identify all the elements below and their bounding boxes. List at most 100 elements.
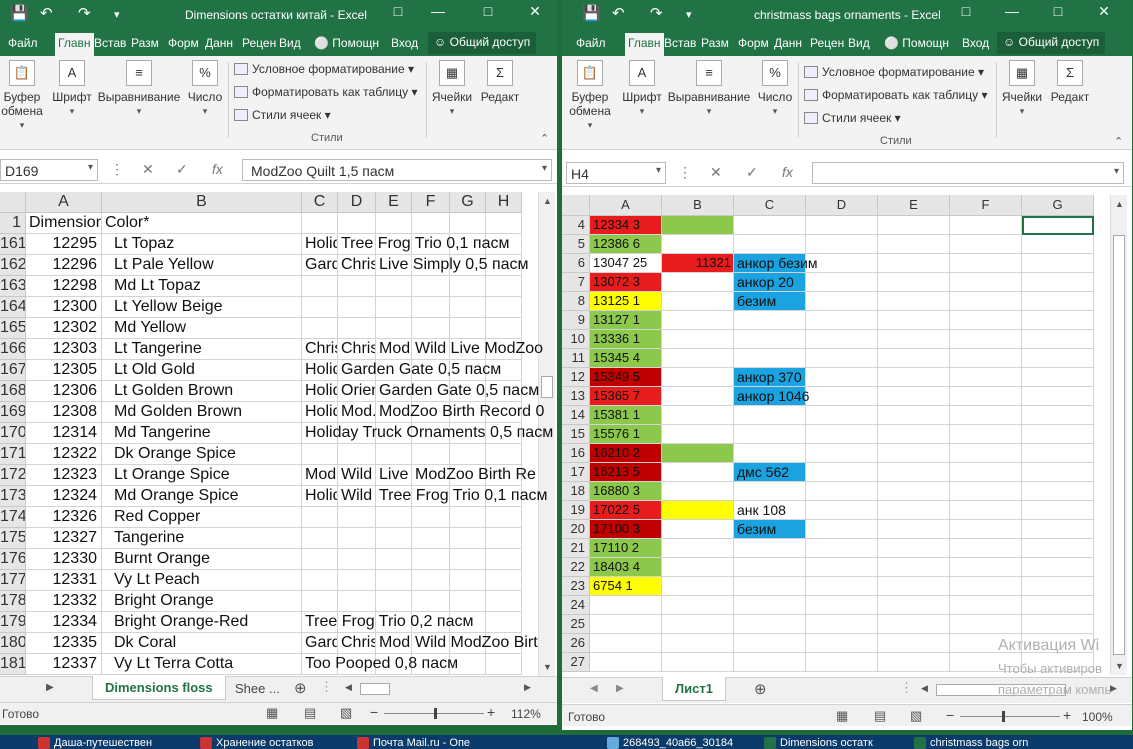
row-header[interactable]: 174 [0, 507, 26, 528]
cell[interactable] [486, 528, 522, 549]
cell[interactable] [450, 297, 486, 318]
normal-view-icon[interactable]: ▦ [836, 708, 848, 724]
cell[interactable]: 12308 [26, 402, 102, 423]
cell[interactable]: Holid [302, 360, 338, 381]
cell[interactable] [338, 570, 376, 591]
tab-insert[interactable]: Встав [94, 36, 126, 50]
cell[interactable] [950, 368, 1022, 387]
cell[interactable]: 12324 [26, 486, 102, 507]
tab-home[interactable]: Главн [625, 33, 664, 56]
close-icon[interactable]: ✕ [1084, 3, 1124, 20]
cell[interactable] [734, 577, 806, 596]
share-button[interactable]: ☺ Общий доступ [428, 32, 537, 54]
cell[interactable] [878, 615, 950, 634]
cell[interactable] [806, 463, 878, 482]
cell[interactable]: 17110 2 [590, 539, 662, 558]
cell[interactable] [412, 213, 450, 234]
page-layout-icon[interactable]: ▤ [874, 708, 886, 724]
cell[interactable] [486, 549, 522, 570]
cell[interactable] [806, 539, 878, 558]
cell[interactable] [950, 254, 1022, 273]
taskbar-item[interactable]: Даша-путешествен [36, 737, 176, 749]
cell[interactable] [338, 213, 376, 234]
cell[interactable]: анк 108 [734, 501, 806, 520]
share-button[interactable]: ☺ Общий доступ [997, 32, 1106, 54]
zoom-slider-thumb[interactable] [434, 708, 437, 719]
cell[interactable]: Lt Topaz [102, 234, 302, 255]
column-header[interactable]: D [806, 195, 878, 216]
cell[interactable]: Chris [302, 339, 338, 360]
row-header[interactable]: 167 [0, 360, 26, 381]
scroll-left-icon[interactable]: ◀ [921, 683, 928, 694]
cell[interactable] [662, 558, 734, 577]
cell[interactable]: Holid [302, 486, 338, 507]
cell[interactable]: Gard [302, 633, 338, 654]
cell[interactable] [806, 368, 878, 387]
cell[interactable]: 12330 [26, 549, 102, 570]
cell[interactable] [662, 273, 734, 292]
cell[interactable] [376, 591, 412, 612]
cell[interactable] [734, 615, 806, 634]
cell[interactable]: анкор безим [734, 254, 817, 273]
tab-view[interactable]: Вид [279, 36, 301, 50]
column-header[interactable]: F [950, 195, 1022, 216]
cell[interactable]: 11321 [662, 254, 734, 273]
cell[interactable]: Vy Lt Peach [102, 570, 302, 591]
cell[interactable] [486, 654, 522, 675]
tab-formulas[interactable]: Форм [738, 36, 769, 50]
cell[interactable] [806, 596, 878, 615]
cell[interactable]: 13336 1 [590, 330, 662, 349]
cell[interactable]: 16880 3 [590, 482, 662, 501]
cell[interactable]: 12305 [26, 360, 102, 381]
cells-group[interactable]: ▦ Ячейки ▾ [998, 60, 1046, 118]
cell[interactable] [878, 216, 950, 235]
cell[interactable] [1022, 387, 1094, 406]
cell[interactable] [950, 330, 1022, 349]
cell[interactable] [662, 444, 734, 463]
tab-home[interactable]: Главн [55, 33, 94, 56]
cell[interactable] [878, 406, 950, 425]
tab-view[interactable]: Вид [848, 36, 870, 50]
cell[interactable]: 12306 [26, 381, 102, 402]
cell[interactable] [662, 463, 734, 482]
cell[interactable]: ModZoo Birth Re [412, 465, 536, 486]
cell[interactable] [878, 273, 950, 292]
scroll-down-icon[interactable]: ▼ [1115, 661, 1124, 671]
cell[interactable] [662, 501, 734, 520]
cell[interactable]: 12337 [26, 654, 102, 675]
cell[interactable] [806, 311, 878, 330]
cell[interactable] [376, 528, 412, 549]
cell[interactable] [376, 507, 412, 528]
tell-me[interactable]: ⚪ Помощн [884, 36, 949, 50]
cell[interactable] [734, 482, 806, 501]
row-header[interactable]: 180 [0, 633, 26, 654]
row-header[interactable]: 7 [562, 273, 590, 292]
cell[interactable]: 18403 4 [590, 558, 662, 577]
close-icon[interactable]: ✕ [515, 3, 555, 20]
cell[interactable]: 12298 [26, 276, 102, 297]
cell[interactable]: Lt Orange Spice [102, 465, 302, 486]
cell[interactable] [662, 577, 734, 596]
cell[interactable]: Lt Yellow Beige [102, 297, 302, 318]
row-header[interactable]: 25 [562, 615, 590, 634]
cell[interactable] [662, 235, 734, 254]
cell[interactable] [412, 507, 450, 528]
row-header[interactable]: 1 [0, 213, 26, 234]
sign-in[interactable]: Вход [391, 36, 418, 50]
column-header[interactable]: H [486, 192, 522, 213]
cell[interactable] [662, 311, 734, 330]
cell[interactable] [412, 276, 450, 297]
row-header[interactable]: 181 [0, 654, 26, 675]
cell[interactable]: 12326 [26, 507, 102, 528]
cell[interactable] [734, 596, 806, 615]
ribbon-options-icon[interactable]: □ [378, 3, 418, 19]
cell[interactable] [662, 368, 734, 387]
tab-file[interactable]: Файл [576, 36, 606, 50]
cell[interactable] [806, 406, 878, 425]
cell[interactable]: Red Copper [102, 507, 302, 528]
cell[interactable]: 16213 5 [590, 463, 662, 482]
vertical-scroll-thumb[interactable] [541, 376, 553, 398]
format-as-table-button[interactable]: Форматировать как таблицу ▾ [804, 88, 988, 102]
cell[interactable]: Chris [338, 255, 376, 276]
cell[interactable] [412, 591, 450, 612]
